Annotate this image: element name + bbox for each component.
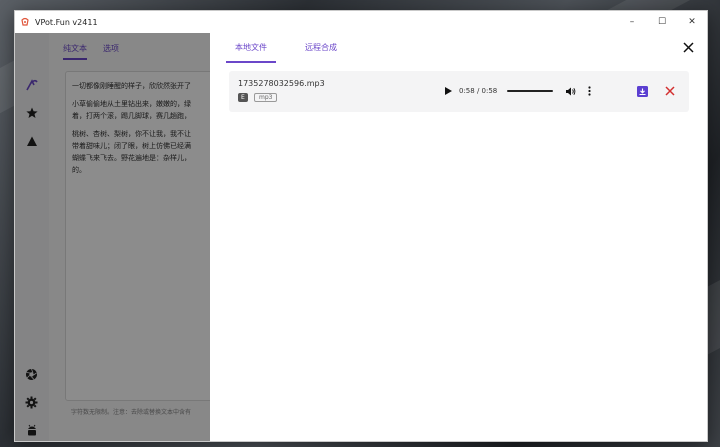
audio-player: 0:58 / 0:58 (443, 83, 601, 99)
close-icon[interactable] (681, 40, 695, 54)
maximize-button[interactable]: ☐ (647, 11, 677, 33)
close-window-button[interactable]: ✕ (677, 11, 707, 33)
tab-local-files[interactable]: 本地文件 (226, 42, 276, 63)
tab-remote-synthesis[interactable]: 远程合成 (296, 42, 346, 63)
audio-file-row: 1735278032596.mp3 E mp3 0:58 / 0:58 (229, 71, 689, 112)
app-logo-icon (20, 17, 30, 27)
more-options-icon[interactable] (583, 85, 595, 97)
rail-dim-overlay (15, 33, 49, 441)
download-icon[interactable] (636, 85, 648, 97)
window-title: VPot.Fun v2411 (35, 17, 98, 27)
files-drawer: 本地文件 远程合成 1735278032596.mp3 E mp3 0:58 /… (210, 33, 707, 441)
delete-icon[interactable] (664, 85, 676, 97)
title-bar: VPot.Fun v2411 – ☐ ✕ (15, 11, 707, 33)
seek-slider[interactable] (507, 90, 554, 92)
file-name: 1735278032596.mp3 (238, 79, 325, 88)
minimize-button[interactable]: – (617, 11, 647, 33)
app-window: VPot.Fun v2411 – ☐ ✕ 纯文本 选项 一切都像刚睡醒的样子，欣… (14, 10, 708, 442)
playback-time: 0:58 / 0:58 (459, 87, 498, 95)
drawer-tabs: 本地文件 远程合成 (226, 42, 346, 63)
play-icon[interactable] (443, 85, 453, 97)
engine-badge: E (238, 93, 248, 102)
format-badge: mp3 (254, 93, 278, 102)
volume-icon[interactable] (565, 85, 577, 97)
